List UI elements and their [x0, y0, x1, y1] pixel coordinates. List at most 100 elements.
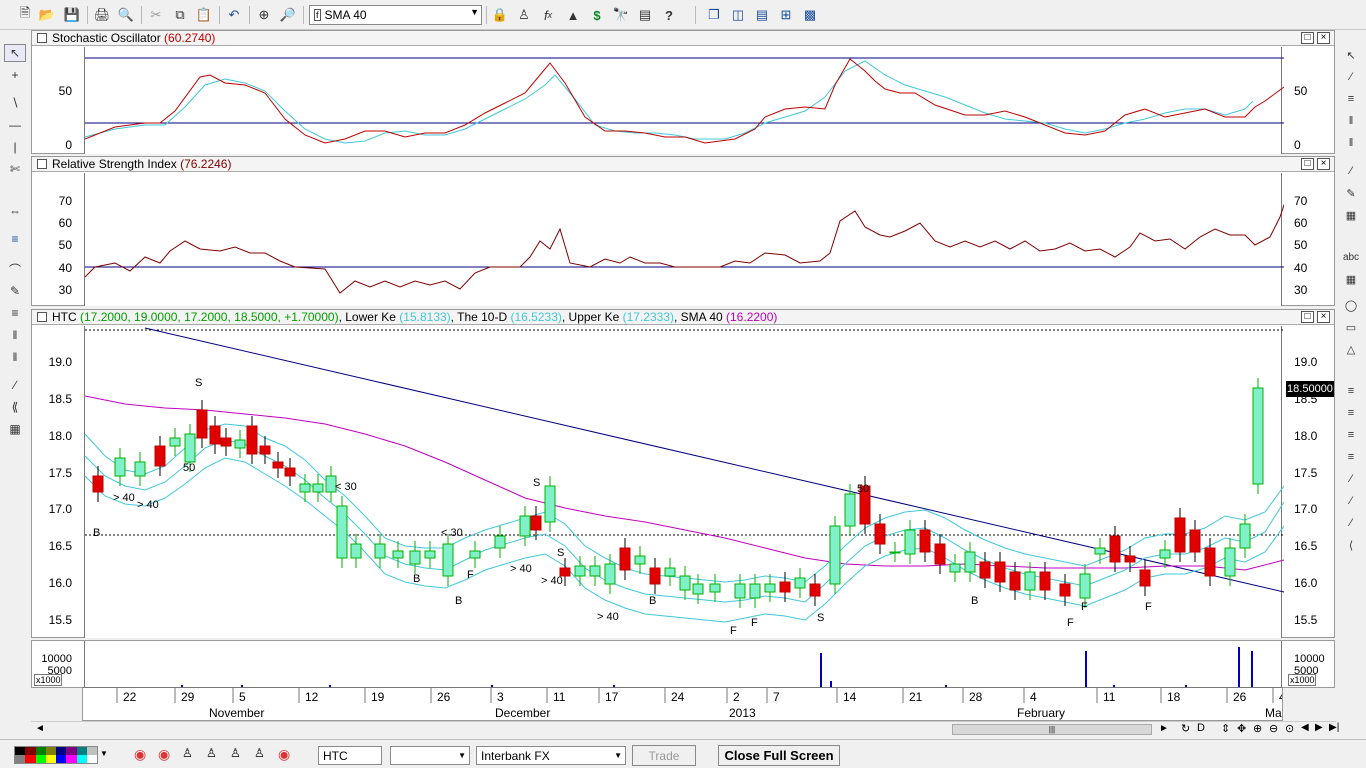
- datasource-select[interactable]: Interbank FX ▼: [476, 746, 626, 765]
- save-icon[interactable]: 💾: [62, 5, 82, 25]
- new-file-icon[interactable]: 🗎: [15, 5, 35, 25]
- close-icon[interactable]: ×: [1317, 158, 1330, 170]
- help-icon[interactable]: ?: [659, 5, 679, 25]
- pane-select-icon[interactable]: [37, 33, 47, 43]
- arc-right-icon[interactable]: ⟨: [1340, 536, 1362, 554]
- scissors-icon[interactable]: ✄: [4, 160, 26, 178]
- properties-icon[interactable]: ▤: [635, 5, 655, 25]
- fan-icon[interactable]: ⟪: [4, 398, 26, 416]
- browser-icon[interactable]: ◉: [134, 746, 146, 763]
- arc-icon[interactable]: ⌒: [4, 260, 26, 278]
- dollar-icon[interactable]: $: [587, 5, 607, 25]
- columns-icon[interactable]: ‖: [1340, 134, 1362, 152]
- ray-right-icon[interactable]: ∕: [1340, 162, 1362, 180]
- lines-icon[interactable]: ≡: [1340, 382, 1362, 400]
- candle: [934, 543, 946, 565]
- pane-select-icon[interactable]: [37, 312, 47, 322]
- chart-up-icon[interactable]: ▲: [563, 5, 583, 25]
- triangle-icon[interactable]: △: [1340, 340, 1362, 358]
- lines3-icon[interactable]: ≡: [1340, 426, 1362, 444]
- cascade-windows-icon[interactable]: ❐: [704, 5, 724, 25]
- pen-right-icon[interactable]: ✎: [1340, 184, 1362, 202]
- zoom-in-icon[interactable]: ⊕: [1253, 722, 1262, 735]
- diag2-icon[interactable]: ∕: [1340, 492, 1362, 510]
- group3-icon[interactable]: ♙: [230, 746, 241, 760]
- tile-vertical-icon[interactable]: ◫: [728, 5, 748, 25]
- group-icon[interactable]: ♙: [182, 746, 193, 760]
- maximize-icon[interactable]: □: [1301, 32, 1314, 44]
- bars-icon[interactable]: ‖: [4, 348, 26, 366]
- bars-right-icon[interactable]: ‖: [1340, 112, 1362, 130]
- table-icon[interactable]: ▦: [1340, 270, 1362, 288]
- ellipse-icon[interactable]: ◯: [1340, 296, 1362, 314]
- scroll-thumb[interactable]: |||: [952, 724, 1152, 735]
- ray-icon[interactable]: ∕: [4, 376, 26, 394]
- print-icon[interactable]: 🖨: [92, 5, 112, 25]
- refresh-icon[interactable]: ↻: [1181, 722, 1190, 735]
- lines2-icon[interactable]: ≡: [1340, 404, 1362, 422]
- pointer-right-icon[interactable]: ↖: [1340, 46, 1362, 64]
- pointer-icon[interactable]: ↖: [4, 44, 26, 62]
- layout-icon[interactable]: ▩: [800, 5, 820, 25]
- scroll-vert-icon[interactable]: ⇕: [1221, 722, 1230, 735]
- maximize-icon[interactable]: □: [1301, 311, 1314, 323]
- diag-icon[interactable]: ∕: [1340, 470, 1362, 488]
- fib-time-icon[interactable]: ‖: [4, 326, 26, 344]
- close-full-screen-button[interactable]: Close Full Screen: [718, 745, 840, 766]
- zoom-fit-icon[interactable]: ⊙: [1285, 722, 1294, 735]
- pane-select-icon[interactable]: [37, 159, 47, 169]
- last-icon[interactable]: ▶|: [1329, 722, 1339, 733]
- horizontal-scrollbar[interactable]: ◄ ||| ► ↻ D ⇕ ✥ ⊕ ⊖ ⊙ ◀ ▶ ▶|: [31, 721, 1339, 737]
- scroll-left-icon[interactable]: ◄: [35, 723, 45, 734]
- first-icon[interactable]: ◀: [1301, 722, 1309, 733]
- text-tool-icon[interactable]: abc: [1340, 248, 1362, 266]
- pencil-icon[interactable]: ✎: [4, 282, 26, 300]
- grid-icon[interactable]: ▦: [4, 420, 26, 438]
- rectangle-icon[interactable]: ▭: [1340, 318, 1362, 336]
- crosshair-tool-icon[interactable]: +: [4, 66, 26, 84]
- fib-ext-icon[interactable]: ≡: [4, 304, 26, 322]
- person-icon[interactable]: ♙: [514, 5, 534, 25]
- group2-icon[interactable]: ♙: [206, 746, 217, 760]
- line-right-icon[interactable]: ∕: [1340, 68, 1362, 86]
- paste-icon[interactable]: 📋: [194, 5, 214, 25]
- color-palette[interactable]: [14, 746, 98, 764]
- list-icon[interactable]: ≡: [1340, 90, 1362, 108]
- symbol-input[interactable]: HTC: [318, 746, 382, 765]
- crosshair-icon[interactable]: ⊕: [254, 5, 274, 25]
- fibonacci-icon[interactable]: ≡: [4, 230, 26, 248]
- diag3-icon[interactable]: ∕: [1340, 514, 1362, 532]
- close-icon[interactable]: ×: [1317, 32, 1330, 44]
- cut-icon[interactable]: ✂: [146, 5, 166, 25]
- indicator-select[interactable]: f SMA 40 ▼: [309, 5, 482, 25]
- trend-line-icon[interactable]: ∖: [4, 94, 26, 112]
- zoom-icon[interactable]: 🔎: [278, 5, 298, 25]
- browser3-icon[interactable]: ◉: [278, 746, 290, 763]
- horizontal-line-icon[interactable]: —: [4, 116, 26, 134]
- lock-icon[interactable]: 🔒: [490, 5, 510, 25]
- close-icon[interactable]: ×: [1317, 311, 1330, 323]
- next-icon[interactable]: ▶: [1315, 722, 1323, 733]
- move-icon[interactable]: ✥: [1237, 722, 1246, 735]
- scroll-right-icon[interactable]: ►: [1159, 723, 1169, 734]
- zoom-out-icon[interactable]: ⊖: [1269, 722, 1278, 735]
- tile-grid-icon[interactable]: ⊞: [776, 5, 796, 25]
- period-icon[interactable]: D: [1197, 722, 1205, 734]
- browser2-icon[interactable]: ◉: [158, 746, 170, 763]
- lines4-icon[interactable]: ≡: [1340, 448, 1362, 466]
- hatch-icon[interactable]: ▦: [1340, 206, 1362, 224]
- vertical-line-icon[interactable]: |: [4, 138, 26, 156]
- tile-horizontal-icon[interactable]: ▤: [752, 5, 772, 25]
- copy-icon[interactable]: ⧉: [170, 5, 190, 25]
- undo-icon[interactable]: ↶: [224, 5, 244, 25]
- open-folder-icon[interactable]: 📂: [37, 5, 57, 25]
- channel-icon[interactable]: ⇔: [4, 202, 26, 220]
- period-select[interactable]: ▼: [390, 746, 470, 765]
- maximize-icon[interactable]: □: [1301, 158, 1314, 170]
- group4-icon[interactable]: ♙: [254, 746, 265, 760]
- binoculars-icon[interactable]: 🔭: [611, 5, 631, 25]
- function-icon[interactable]: fx: [538, 5, 558, 25]
- print-preview-icon[interactable]: 🔍: [116, 5, 136, 25]
- trade-button[interactable]: Trade: [632, 745, 696, 766]
- palette-chevron-icon[interactable]: ▼: [100, 749, 108, 758]
